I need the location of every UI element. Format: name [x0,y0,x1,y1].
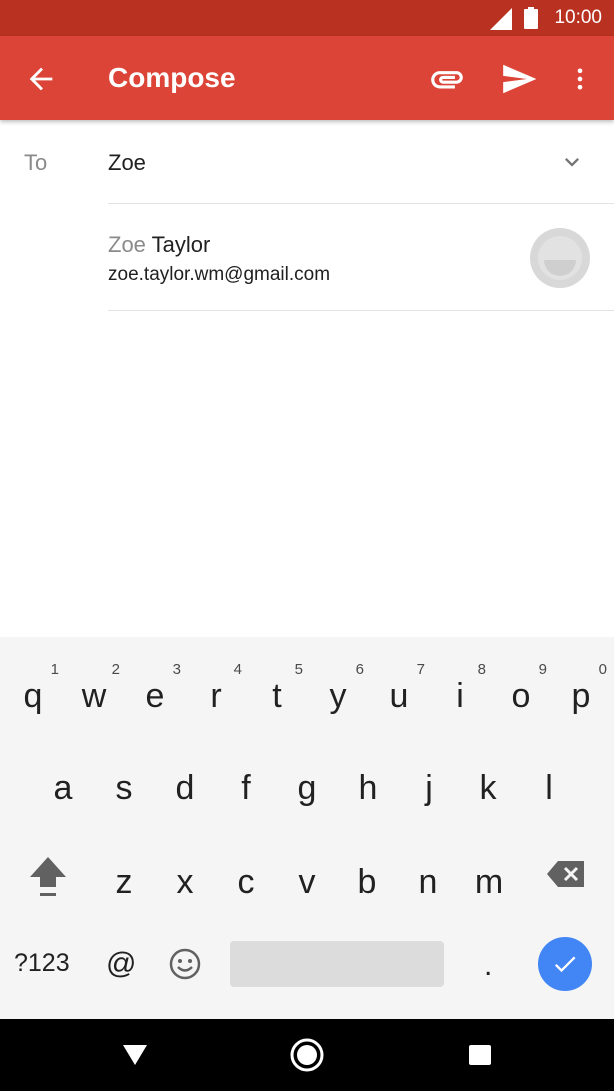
key-o[interactable]: 9o [491,647,551,727]
key-z[interactable]: z [94,833,154,913]
key-q[interactable]: 1q [3,647,63,727]
key-x[interactable]: x [155,833,215,913]
key-v[interactable]: v [277,833,337,913]
back-arrow-icon[interactable] [24,62,58,96]
status-bar: 10:00 [0,0,614,36]
key-w[interactable]: 2w [64,647,124,727]
to-label: To [24,150,48,175]
send-icon[interactable] [500,60,538,98]
keyboard: 1q 2w 3e 4r 5t 6y 7u 8i 9o 0p a s d f g … [0,637,614,1019]
key-a[interactable]: a [33,739,93,819]
divider [108,310,614,311]
page-title: Compose [108,62,236,93]
key-r[interactable]: 4r [186,647,246,727]
check-icon [554,956,576,973]
key-j[interactable]: j [399,739,459,819]
at-key[interactable]: @ [106,947,136,981]
backspace-icon[interactable] [546,859,586,889]
period-key[interactable]: . [484,949,492,983]
to-row[interactable]: To Zoe [0,120,614,204]
key-k[interactable]: k [458,739,518,819]
key-h[interactable]: h [338,739,398,819]
nav-recents-icon[interactable] [468,1044,492,1066]
more-vert-icon[interactable] [566,60,594,98]
key-g[interactable]: g [277,739,337,819]
shift-icon[interactable] [28,855,68,899]
battery-icon [524,7,538,29]
nav-back-icon[interactable] [121,1043,149,1067]
status-time: 10:00 [554,7,602,28]
chevron-down-icon[interactable] [558,148,586,176]
key-n[interactable]: n [398,833,458,913]
spacebar[interactable] [230,941,444,987]
key-t[interactable]: 5t [247,647,307,727]
key-s[interactable]: s [94,739,154,819]
key-l[interactable]: l [519,739,579,819]
avatar [530,228,590,288]
attachment-icon[interactable] [428,60,466,98]
key-c[interactable]: c [216,833,276,913]
to-input[interactable]: Zoe [108,150,146,176]
signal-icon [490,8,512,30]
contact-email: zoe.taylor.wm@gmail.com [108,264,331,285]
key-u[interactable]: 7u [369,647,429,727]
key-m[interactable]: m [459,833,519,913]
contact-name-match: Zoe [108,232,146,257]
key-e[interactable]: 3e [125,647,185,727]
symbols-key[interactable]: ?123 [14,949,70,978]
key-y[interactable]: 6y [308,647,368,727]
navigation-bar [0,1019,614,1091]
app-bar: Compose [0,36,614,120]
key-p[interactable]: 0p [551,647,611,727]
contact-suggestion[interactable]: Zoe Taylor zoe.taylor.wm@gmail.com [0,204,614,310]
key-d[interactable]: d [155,739,215,819]
emoji-icon[interactable] [168,947,202,981]
nav-home-icon[interactable] [289,1037,325,1073]
key-b[interactable]: b [337,833,397,913]
key-f[interactable]: f [216,739,276,819]
key-i[interactable]: 8i [430,647,490,727]
contact-name: Zoe Taylor [108,232,210,258]
avatar-face-icon [538,236,582,280]
contact-name-rest: Taylor [145,232,211,257]
enter-button[interactable] [538,937,592,991]
